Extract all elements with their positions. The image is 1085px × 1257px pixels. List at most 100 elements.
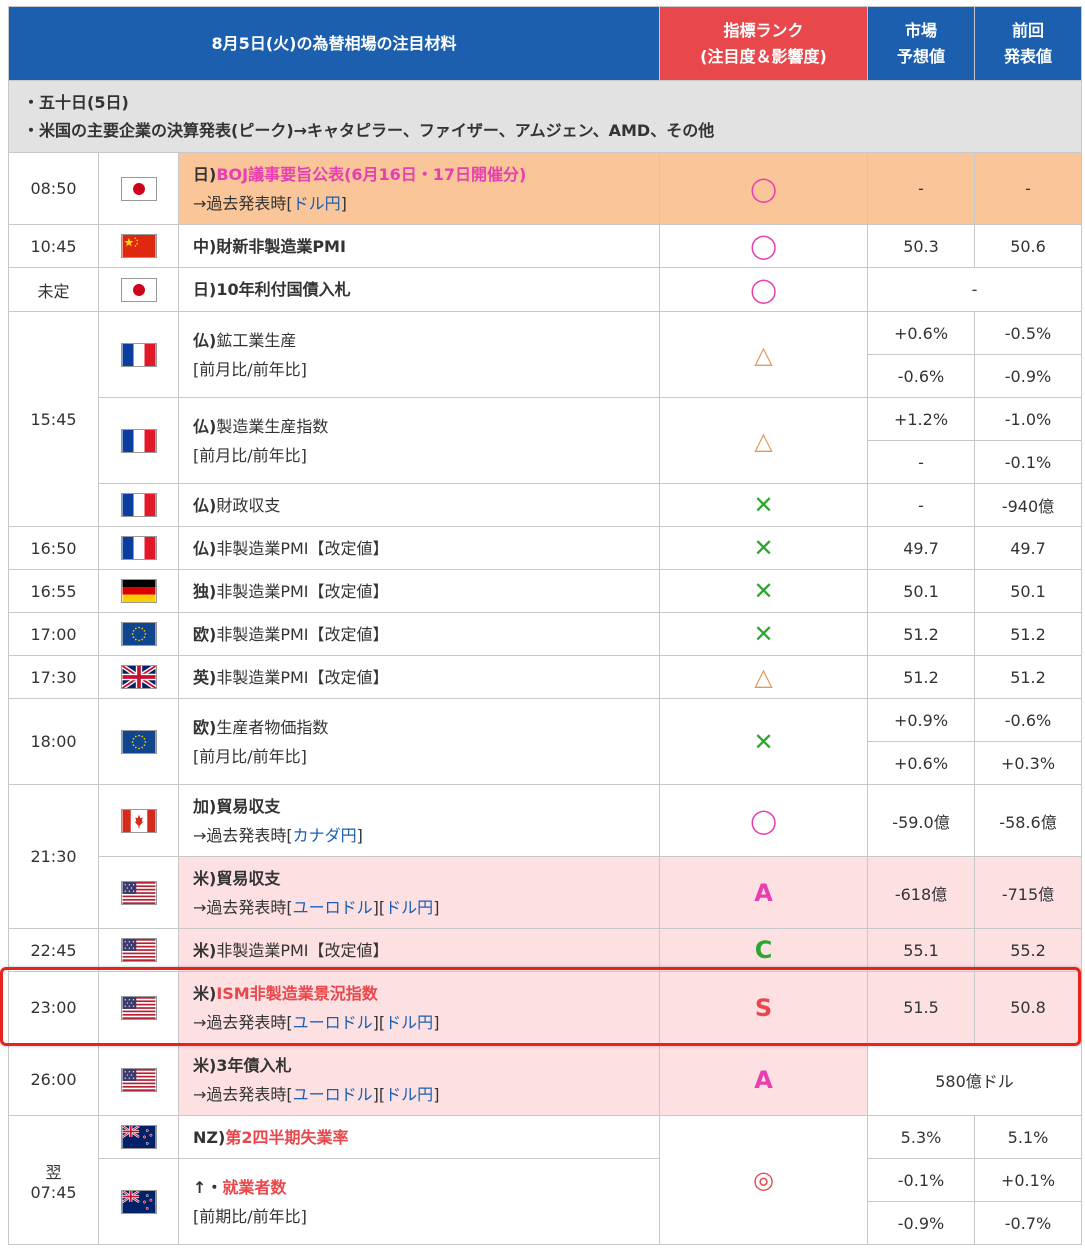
event-cell: 米)ISM非製造業景況指数 →過去発表時[ユーロドル][ドル円] bbox=[178, 971, 660, 1044]
intro-line-2: ・米国の主要企業の決算発表(ピーク)→キャタピラー、ファイザー、アムジェン、AM… bbox=[23, 120, 715, 140]
previous-cell: 50.8 bbox=[974, 971, 1082, 1044]
flag-cell bbox=[98, 267, 179, 312]
table-row: 18:00 欧)生産者物価指数 [前月比/前年比] ✕ +0.9% -0.6% bbox=[8, 698, 1082, 785]
bracket-close: ] bbox=[340, 193, 347, 213]
previous-header: 前回 発表値 bbox=[974, 6, 1082, 81]
eu-flag-icon bbox=[120, 622, 157, 646]
previous-header-line2: 発表値 bbox=[1003, 46, 1052, 66]
previous-cell: -940億 bbox=[974, 483, 1082, 527]
table-row: 10:45 中)財新非製造業PMI ◯ 50.3 50.6 bbox=[8, 224, 1082, 268]
table-row: 16:55 独)非製造業PMI【改定値】 ✕ 50.1 50.1 bbox=[8, 569, 1082, 613]
forecast-cell: 50.3 bbox=[867, 224, 975, 268]
event-sub: [前月比/前年比] bbox=[193, 445, 307, 465]
bracket-close: ] bbox=[433, 897, 440, 917]
rank-circle-icon: ◯ bbox=[750, 232, 777, 260]
link-dollar-yen[interactable]: ドル円 bbox=[293, 194, 341, 213]
past-label: →過去発表時[ bbox=[193, 897, 293, 917]
forecast-cell: 50.1 bbox=[867, 569, 975, 613]
event-cell: 仏)製造業生産指数 [前月比/前年比] bbox=[178, 397, 660, 484]
forecast-cell: - bbox=[867, 483, 975, 527]
nz-flag-icon bbox=[120, 1189, 157, 1214]
link-dollar-yen[interactable]: ドル円 bbox=[385, 898, 433, 917]
rank-header: 指標ランク (注目度＆影響度) bbox=[659, 6, 868, 81]
rank-header-line2: (注目度＆影響度) bbox=[700, 46, 827, 66]
rank-cross-icon: ✕ bbox=[753, 491, 774, 519]
event-title: 非製造業PMI【改定値】 bbox=[216, 940, 389, 960]
table-title: 8月5日(火)の為替相場の注目材料 bbox=[8, 6, 660, 81]
previous-cell: 50.6 bbox=[974, 224, 1082, 268]
event-title: 製造業生産指数 bbox=[216, 416, 329, 436]
forecast-header-line1: 市場 bbox=[904, 20, 937, 40]
forecast-cell: - bbox=[867, 152, 975, 225]
previous-cell: +0.1% bbox=[974, 1158, 1082, 1202]
france-flag-icon bbox=[120, 342, 157, 367]
forecast-cell: +0.6% bbox=[867, 311, 975, 355]
rank-cell: △ bbox=[659, 397, 868, 484]
forecast-cell: -0.9% bbox=[867, 1201, 975, 1245]
economic-calendar-table: 8月5日(火)の為替相場の注目材料 指標ランク (注目度＆影響度) 市場 予想値… bbox=[8, 6, 1082, 1245]
event-sub: [前期比/前年比] bbox=[193, 1206, 307, 1226]
previous-header-line1: 前回 bbox=[1011, 20, 1044, 40]
link-dollar-yen[interactable]: ドル円 bbox=[385, 1013, 433, 1032]
merged-value-cell: - bbox=[867, 267, 1082, 312]
event-cell: 英)非製造業PMI【改定値】 bbox=[178, 655, 660, 699]
flag-cell bbox=[98, 224, 179, 268]
event-prefix: 米) bbox=[193, 940, 217, 960]
event-title: 財政収支 bbox=[216, 495, 281, 515]
time-cell: 22:45 bbox=[8, 928, 99, 972]
us-flag-icon bbox=[120, 880, 157, 905]
rank-cross-icon: ✕ bbox=[753, 620, 774, 648]
event-prefix: 米) bbox=[193, 983, 217, 1003]
forecast-cell: -618億 bbox=[867, 856, 975, 929]
rank-cell: △ bbox=[659, 311, 868, 398]
event-cell: NZ)第2四半期失業率 bbox=[178, 1115, 660, 1159]
rank-cell: ◯ bbox=[659, 224, 868, 268]
time-cell: 17:00 bbox=[8, 612, 99, 656]
link-cad-yen[interactable]: カナダ円 bbox=[293, 826, 357, 845]
event-prefix: 欧) bbox=[193, 624, 217, 644]
flag-cell bbox=[98, 152, 179, 225]
link-euro-dollar[interactable]: ユーロドル bbox=[293, 898, 373, 917]
event-title: 日)10年利付国債入札 bbox=[178, 267, 660, 312]
event-cell: 米)3年債入札 →過去発表時[ユーロドル][ドル円] bbox=[178, 1043, 660, 1116]
previous-cell: -0.7% bbox=[974, 1201, 1082, 1245]
forecast-cell: -0.1% bbox=[867, 1158, 975, 1202]
time-cell: 23:00 bbox=[8, 971, 99, 1044]
flag-cell bbox=[98, 971, 179, 1044]
table-row: 未定 日)10年利付国債入札 ◯ - bbox=[8, 267, 1082, 312]
previous-cell: 50.1 bbox=[974, 569, 1082, 613]
event-title: 就業者数 bbox=[222, 1177, 287, 1197]
table-header-row: 8月5日(火)の為替相場の注目材料 指標ランク (注目度＆影響度) 市場 予想値… bbox=[8, 6, 1082, 81]
table-row: 21:30 加)貿易収支 →過去発表時[カナダ円] ◯ -59.0億 -58.6… bbox=[8, 784, 1082, 929]
flag-cell bbox=[98, 612, 179, 656]
time-cell: 18:00 bbox=[8, 698, 99, 785]
event-prefix: 独) bbox=[193, 581, 217, 601]
event-cell: 加)貿易収支 →過去発表時[カナダ円] bbox=[178, 784, 660, 857]
rank-cell: ✕ bbox=[659, 569, 868, 613]
flag-cell bbox=[98, 526, 179, 570]
forecast-header-line2: 予想値 bbox=[896, 46, 945, 66]
event-prefix: 欧) bbox=[193, 717, 217, 737]
forecast-cell: +0.9% bbox=[867, 698, 975, 742]
event-cell: 米)非製造業PMI【改定値】 bbox=[178, 928, 660, 972]
table-row: 16:50 仏)非製造業PMI【改定値】 ✕ 49.7 49.7 bbox=[8, 526, 1082, 570]
event-sub: [前月比/前年比] bbox=[193, 746, 307, 766]
link-euro-dollar[interactable]: ユーロドル bbox=[293, 1085, 373, 1104]
china-flag-icon bbox=[120, 234, 157, 258]
rank-cell: S bbox=[659, 971, 868, 1044]
table-row: 22:45 米)非製造業PMI【改定値】 C 55.1 55.2 bbox=[8, 928, 1082, 972]
flag-cell bbox=[98, 698, 179, 785]
link-dollar-yen[interactable]: ドル円 bbox=[385, 1085, 433, 1104]
us-flag-icon bbox=[120, 938, 157, 962]
link-euro-dollar[interactable]: ユーロドル bbox=[293, 1013, 373, 1032]
rank-cell: △ bbox=[659, 655, 868, 699]
rank-header-line1: 指標ランク bbox=[723, 20, 804, 40]
rank-double-circle-icon: ◎ bbox=[753, 1166, 774, 1194]
previous-cell: -1.0% bbox=[974, 397, 1082, 441]
rank-cell: C bbox=[659, 928, 868, 972]
previous-cell: 51.2 bbox=[974, 612, 1082, 656]
event-prefix: 仏) bbox=[193, 330, 217, 350]
previous-cell: -0.5% bbox=[974, 311, 1082, 355]
france-flag-icon bbox=[120, 493, 157, 517]
event-prefix: 仏) bbox=[193, 495, 217, 515]
